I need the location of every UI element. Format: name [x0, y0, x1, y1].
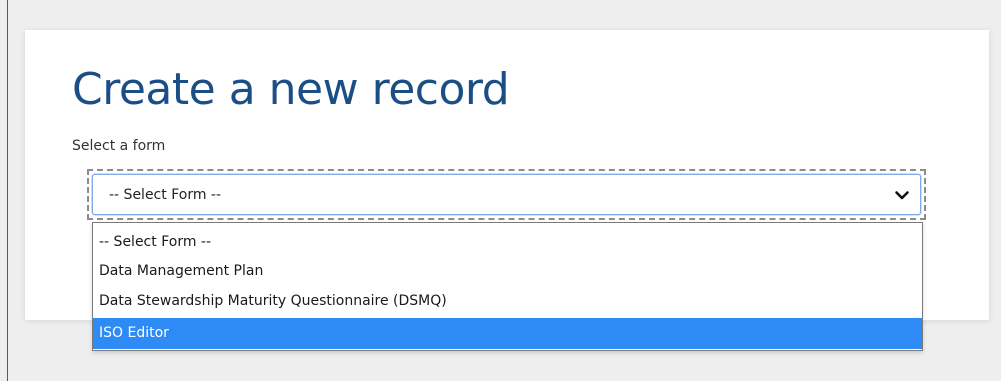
option-iso-editor[interactable]: ISO Editor	[93, 318, 922, 349]
form-select[interactable]: -- Select Form --	[92, 174, 921, 215]
form-options-list: -- Select Form -- Data Management Plan D…	[92, 222, 923, 351]
select-form-label: Select a form	[72, 138, 166, 154]
option-select-form[interactable]: -- Select Form --	[93, 227, 922, 258]
option-data-management-plan[interactable]: Data Management Plan	[93, 256, 922, 287]
page: Create a new record Select a form -- Sel…	[0, 0, 1001, 381]
page-title: Create a new record	[72, 64, 510, 115]
option-dsmq[interactable]: Data Stewardship Maturity Questionnaire …	[93, 286, 922, 317]
window-edge-divider	[7, 0, 8, 381]
chevron-down-icon[interactable]	[894, 187, 910, 203]
form-select-value: -- Select Form --	[109, 187, 222, 203]
